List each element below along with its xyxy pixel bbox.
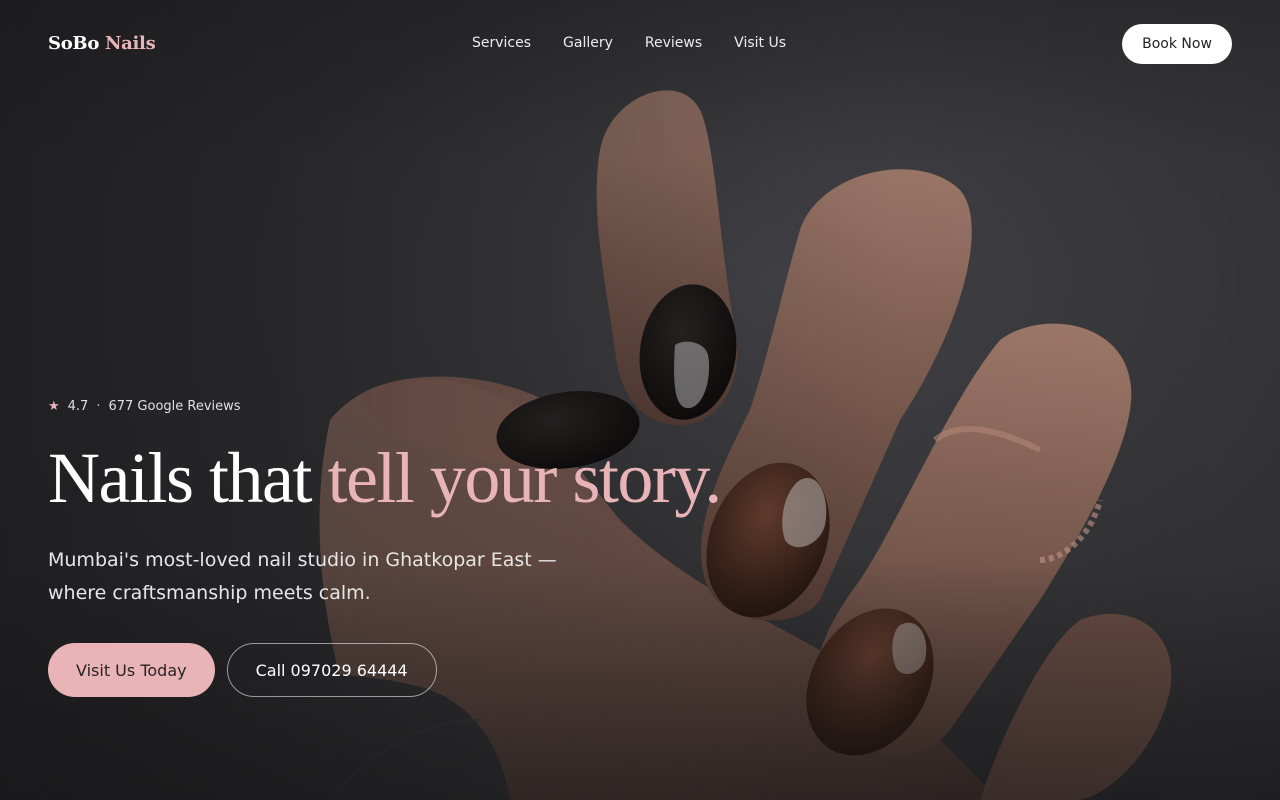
reviews-count: 677 Google Reviews [108, 398, 241, 414]
rating-row: ★ 4.7 · 677 Google Reviews [48, 396, 768, 416]
hero-section: ★ 4.7 · 677 Google Reviews Nails that te… [48, 396, 768, 697]
visit-us-today-button[interactable]: Visit Us Today [48, 643, 215, 697]
star-icon: ★ [48, 398, 60, 414]
call-button[interactable]: Call 097029 64444 [226, 643, 437, 697]
headline-plain: Nails that [48, 438, 328, 518]
brand-name-part1: SoBo [48, 32, 100, 54]
book-now-button[interactable]: Book Now [1122, 24, 1232, 64]
nav-links: Services Gallery Reviews Visit Us [472, 34, 786, 52]
brand-logo[interactable]: SoBo Nails [48, 32, 156, 54]
hero-headline: Nails that tell your story. [48, 440, 768, 516]
hero-cta-row: Visit Us Today Call 097029 64444 [48, 643, 768, 697]
top-navigation: SoBo Nails Services Gallery Reviews Visi… [0, 0, 1280, 86]
nav-link-visit-us[interactable]: Visit Us [734, 34, 786, 52]
rating-separator: · [96, 398, 101, 414]
hero-subtitle: Mumbai's most-loved nail studio in Ghatk… [48, 549, 557, 604]
rating-value: 4.7 [67, 398, 89, 414]
nav-link-gallery[interactable]: Gallery [563, 34, 613, 52]
nav-link-reviews[interactable]: Reviews [645, 34, 702, 52]
brand-name-part2: Nails [105, 32, 156, 54]
headline-accent: tell your story. [327, 438, 722, 518]
nav-link-services[interactable]: Services [472, 34, 531, 52]
